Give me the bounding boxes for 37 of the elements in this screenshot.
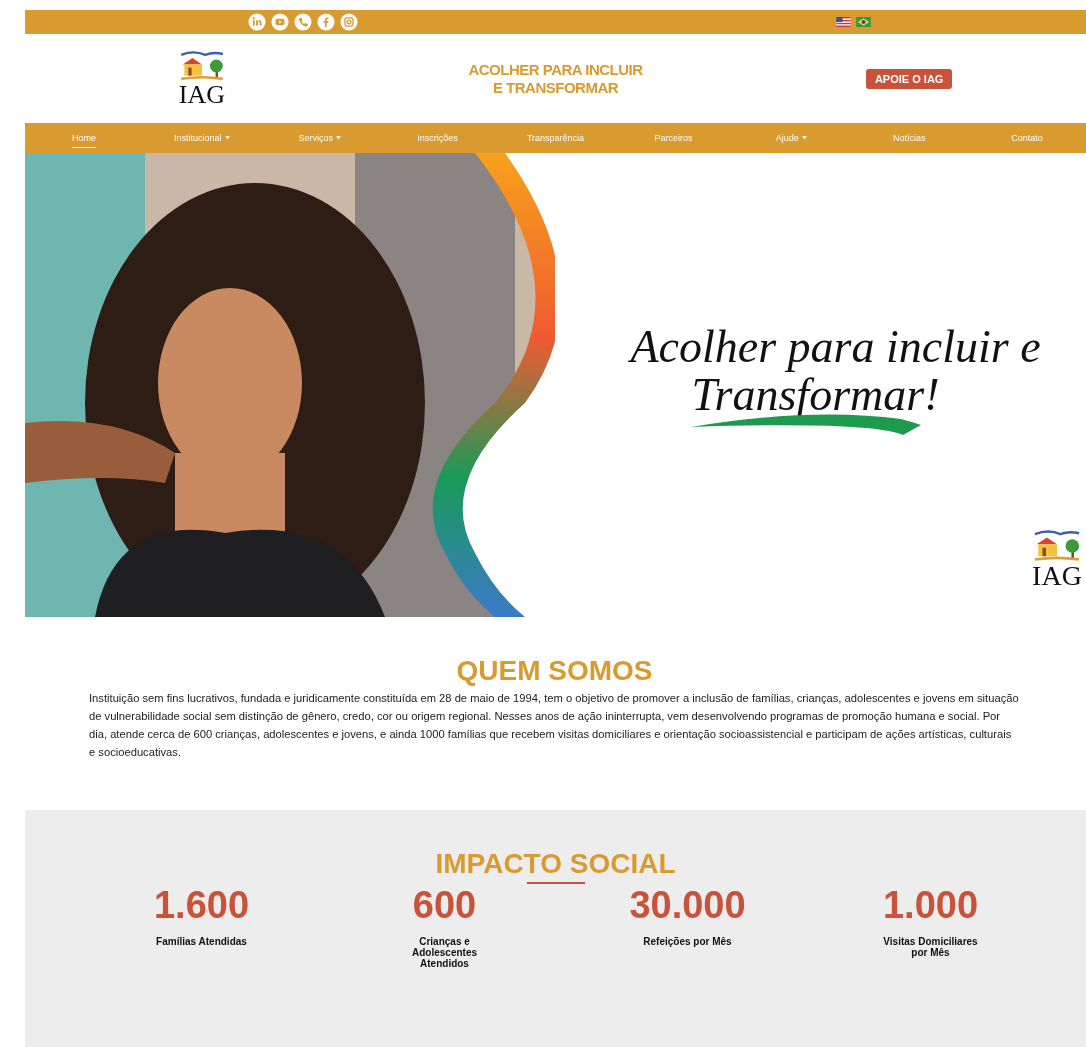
caret-icon: [335, 135, 341, 140]
camera-icon[interactable]: [340, 13, 358, 31]
nav-link[interactable]: Home: [71, 128, 96, 148]
support-button[interactable]: APOIE O IAG: [865, 68, 953, 89]
stat-value: 600: [412, 884, 477, 926]
brazil-flag-icon[interactable]: [856, 17, 871, 27]
nav-link[interactable]: Inscrições: [417, 128, 458, 148]
stat-value: 1.600: [153, 884, 250, 926]
linkedin-icon[interactable]: [248, 13, 266, 31]
nav-link[interactable]: Serviços: [298, 128, 341, 148]
us-flag-icon[interactable]: [836, 17, 851, 27]
logo-text: IAG: [1032, 563, 1082, 589]
stat-value: 30.000: [629, 884, 746, 926]
nav-link[interactable]: Notícias: [892, 128, 926, 148]
about-paragraph: Instituição sem fins lucrativos, fundada e juridicamente constituída em 28 de maio de 1994, tem o objetivo de promover a inclusão de famílias, crianças, adolescentes e jovens em situação de vulnerabilidade social sem distinção de gênero, credo, cor ou origem regional. Nesses anos de ação ininterrupta, vem desenvolvendo programas de promoção humana e social. Por dia, atende cerca de 600 crianças, adolescentes e jovens, e ainda 1000 famílias que recebem visitas domiciliares e orientação socioassistencial e participam de ações artísticas, culturais e socioeducativas.: [89, 691, 1020, 760]
logo-text: IAG: [178, 81, 225, 108]
stat-label: Visitas Domiciliares por Mês: [883, 936, 978, 958]
stat-label: Refeições por Mês: [643, 936, 732, 947]
section-title: IMPACTO SOCIAL: [434, 848, 677, 880]
nav-link[interactable]: Ajude: [775, 128, 807, 148]
stat-label: Crianças e Adolescentes Atendidos: [412, 936, 477, 969]
caret-icon: [224, 135, 230, 140]
nav-link[interactable]: Parceiros: [654, 128, 693, 148]
nav-link[interactable]: Institucional: [174, 128, 230, 148]
logo[interactable]: IAG: [1028, 529, 1086, 589]
facebook-icon[interactable]: [317, 13, 335, 31]
caret-icon: [801, 135, 807, 140]
stat-value: 1.000: [882, 884, 979, 926]
nav-link[interactable]: Contato: [1011, 128, 1043, 148]
logo[interactable]: IAG: [175, 49, 228, 108]
nav-link[interactable]: Transparência: [526, 128, 585, 148]
play-icon[interactable]: [271, 13, 289, 31]
section-title: QUEM SOMOS: [455, 655, 654, 687]
tagline: ACOLHER PARA INCLUIR E TRANSFORMAR: [467, 60, 644, 97]
stat-label: Famílias Atendidas: [156, 936, 247, 947]
phone-icon[interactable]: [294, 13, 312, 31]
hero-headline: Acolher para incluir e Transformar!: [630, 323, 1041, 419]
